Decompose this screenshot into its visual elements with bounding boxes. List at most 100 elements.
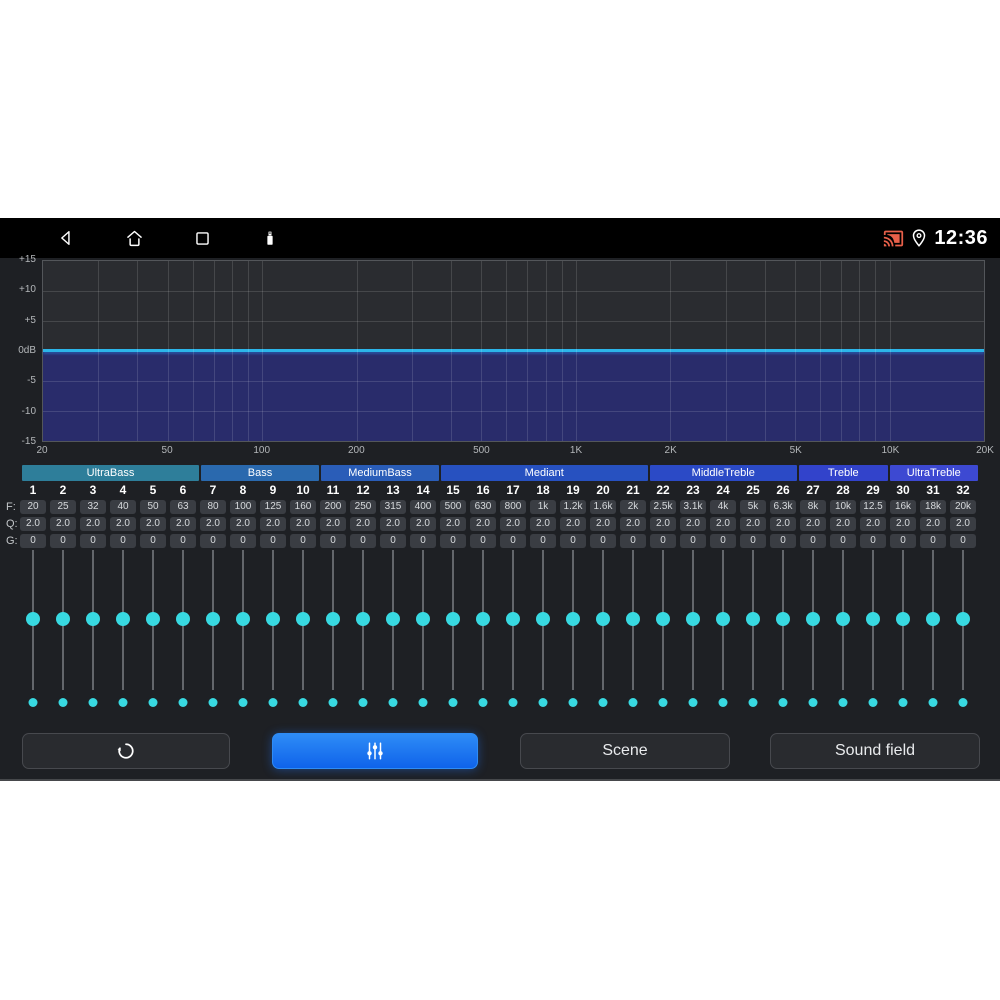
q-factor-value[interactable]: 2.0 [170,517,196,531]
gain-value[interactable]: 0 [380,534,406,548]
frequency-value[interactable]: 40 [110,500,136,514]
slider-knob[interactable] [926,612,940,626]
slider-knob[interactable] [446,612,460,626]
gain-value[interactable]: 0 [410,534,436,548]
slider-knob[interactable] [326,612,340,626]
frequency-value[interactable]: 1k [530,500,556,514]
gain-value[interactable]: 0 [20,534,46,548]
frequency-value[interactable]: 2.5k [650,500,676,514]
channel-dot[interactable] [268,698,278,707]
frequency-value[interactable]: 125 [260,500,286,514]
gain-value[interactable]: 0 [260,534,286,548]
q-factor-value[interactable]: 2.0 [650,517,676,531]
q-factor-value[interactable]: 2.0 [680,517,706,531]
band-segment[interactable]: UltraTreble [889,465,978,481]
usb-button[interactable] [259,227,281,249]
slider-knob[interactable] [116,612,130,626]
frequency-value[interactable]: 20 [20,500,46,514]
gain-value[interactable]: 0 [770,534,796,548]
slider-knob[interactable] [776,612,790,626]
gain-value[interactable]: 0 [950,534,976,548]
channel-dot[interactable] [778,698,788,707]
slider-knob[interactable] [206,612,220,626]
slider-knob[interactable] [386,612,400,626]
q-factor-value[interactable]: 2.0 [320,517,346,531]
q-factor-value[interactable]: 2.0 [200,517,226,531]
frequency-value[interactable]: 80 [200,500,226,514]
scene-button[interactable]: Scene [520,733,730,769]
gain-value[interactable]: 0 [350,534,376,548]
q-factor-value[interactable]: 2.0 [350,517,376,531]
gain-value[interactable]: 0 [50,534,76,548]
slider-knob[interactable] [476,612,490,626]
frequency-value[interactable]: 6.3k [770,500,796,514]
slider-knob[interactable] [86,612,100,626]
channel-dot[interactable] [688,698,698,707]
channel-dot[interactable] [358,698,368,707]
gain-value[interactable]: 0 [230,534,256,548]
frequency-value[interactable]: 18k [920,500,946,514]
frequency-value[interactable]: 20k [950,500,976,514]
gain-value[interactable]: 0 [890,534,916,548]
channel-dot[interactable] [88,698,98,707]
frequency-value[interactable]: 200 [320,500,346,514]
q-factor-value[interactable]: 2.0 [50,517,76,531]
channel-dot[interactable] [238,698,248,707]
slider-knob[interactable] [296,612,310,626]
gain-value[interactable]: 0 [200,534,226,548]
q-factor-value[interactable]: 2.0 [950,517,976,531]
frequency-value[interactable]: 3.1k [680,500,706,514]
gain-value[interactable]: 0 [710,534,736,548]
channel-dot[interactable] [808,698,818,707]
frequency-value[interactable]: 100 [230,500,256,514]
q-factor-value[interactable]: 2.0 [260,517,286,531]
slider-knob[interactable] [356,612,370,626]
slider-knob[interactable] [236,612,250,626]
frequency-value[interactable]: 315 [380,500,406,514]
gain-value[interactable]: 0 [590,534,616,548]
frequency-value[interactable]: 800 [500,500,526,514]
channel-dot[interactable] [598,698,608,707]
frequency-value[interactable]: 500 [440,500,466,514]
channel-dot[interactable] [928,698,938,707]
slider-knob[interactable] [956,612,970,626]
frequency-value[interactable]: 5k [740,500,766,514]
frequency-value[interactable]: 32 [80,500,106,514]
q-factor-value[interactable]: 2.0 [710,517,736,531]
slider-knob[interactable] [866,612,880,626]
band-segment[interactable]: Mediant [441,465,648,481]
channel-dot[interactable] [28,698,38,707]
channel-dot[interactable] [388,698,398,707]
channel-dot[interactable] [328,698,338,707]
frequency-value[interactable]: 8k [800,500,826,514]
channel-dot[interactable] [148,698,158,707]
q-factor-value[interactable]: 2.0 [230,517,256,531]
q-factor-value[interactable]: 2.0 [560,517,586,531]
gain-value[interactable]: 0 [650,534,676,548]
slider-knob[interactable] [746,612,760,626]
channel-dot[interactable] [868,698,878,707]
slider-knob[interactable] [656,612,670,626]
gain-value[interactable]: 0 [620,534,646,548]
frequency-value[interactable]: 160 [290,500,316,514]
band-segment[interactable]: UltraBass [22,465,199,481]
frequency-value[interactable]: 4k [710,500,736,514]
gain-value[interactable]: 0 [560,534,586,548]
slider-knob[interactable] [416,612,430,626]
q-factor-value[interactable]: 2.0 [860,517,886,531]
gain-value[interactable]: 0 [470,534,496,548]
q-factor-value[interactable]: 2.0 [80,517,106,531]
reset-button[interactable] [22,733,230,769]
frequency-value[interactable]: 2k [620,500,646,514]
q-factor-value[interactable]: 2.0 [140,517,166,531]
gain-value[interactable]: 0 [320,534,346,548]
gain-value[interactable]: 0 [500,534,526,548]
slider-knob[interactable] [896,612,910,626]
channel-dot[interactable] [298,698,308,707]
q-factor-value[interactable]: 2.0 [20,517,46,531]
gain-value[interactable]: 0 [440,534,466,548]
q-factor-value[interactable]: 2.0 [740,517,766,531]
frequency-value[interactable]: 400 [410,500,436,514]
frequency-value[interactable]: 10k [830,500,856,514]
gain-value[interactable]: 0 [140,534,166,548]
